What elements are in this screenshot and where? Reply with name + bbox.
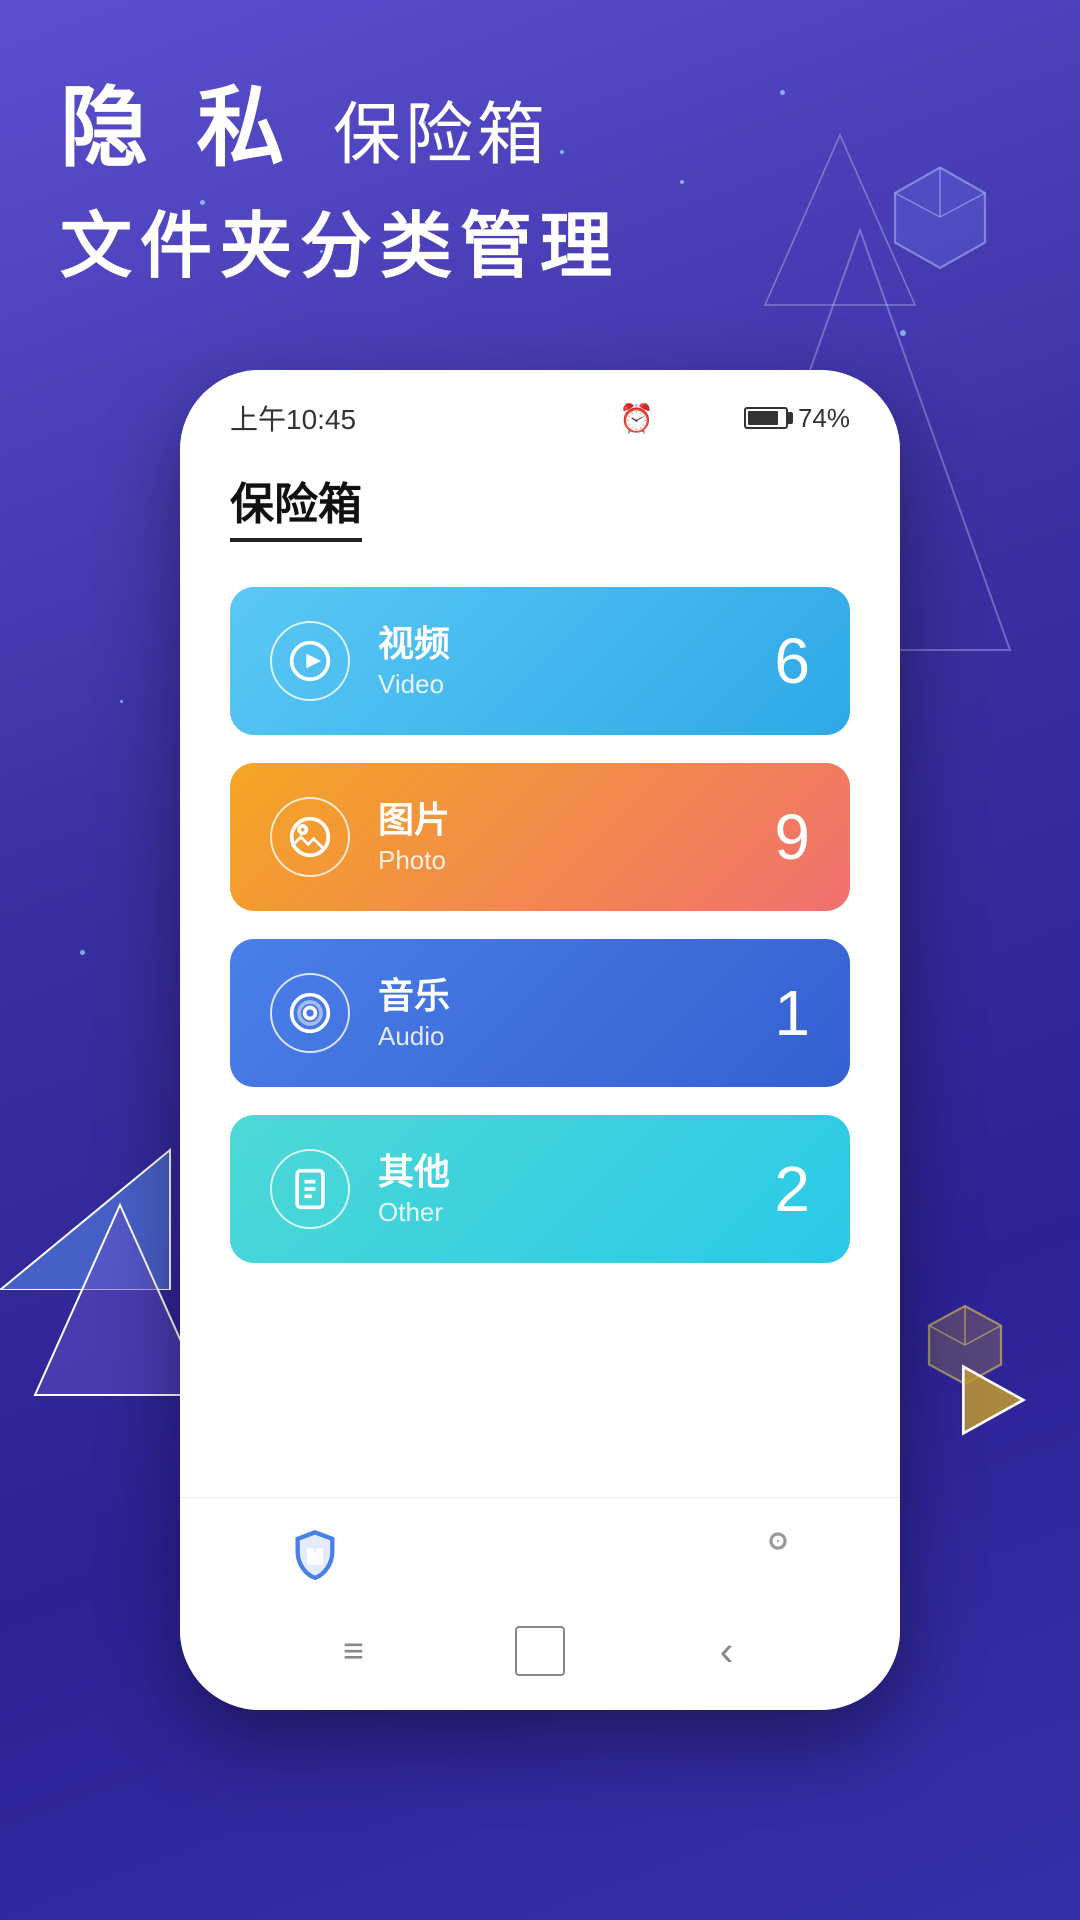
header-line2: 文件夹分类管理 (60, 187, 620, 292)
video-name-en: Video (378, 669, 774, 700)
triangle-blue-left (0, 1050, 180, 1290)
audio-name-en: Audio (378, 1021, 774, 1052)
phone-mockup: 上午10:45 ⏰ (180, 370, 900, 1710)
photo-icon (288, 815, 332, 859)
photo-name-zh: 图片 (378, 798, 774, 841)
battery-icon (744, 407, 788, 429)
list-icon (439, 1528, 491, 1580)
cube-decoration-top (880, 160, 1000, 280)
play-icon (288, 639, 332, 683)
audio-count: 1 (774, 976, 810, 1050)
android-menu-btn[interactable]: ≡ (328, 1626, 378, 1676)
alarm-icon: ⏰ (619, 402, 654, 435)
header-sub-text: 保险箱 (333, 97, 549, 173)
video-labels: 视频 Video (378, 622, 774, 700)
other-labels: 其他 Other (378, 1150, 774, 1228)
wifi-icon (664, 402, 696, 434)
audio-icon-circle (270, 973, 350, 1053)
signal-icon (706, 406, 734, 430)
video-icon-circle (270, 621, 350, 701)
battery-percent: 74% (798, 403, 850, 434)
video-name-zh: 视频 (378, 622, 774, 665)
other-name-en: Other (378, 1197, 774, 1228)
photo-labels: 图片 Photo (378, 798, 774, 876)
android-back-btn[interactable]: ‹ (702, 1626, 752, 1676)
triangle-yellow-small (950, 1360, 1030, 1440)
other-count: 2 (774, 1152, 810, 1226)
category-card-video[interactable]: 视频 Video 6 (230, 587, 850, 735)
header-main-text: 隐 私 (60, 78, 296, 177)
photo-name-en: Photo (378, 845, 774, 876)
apps-icon (589, 1528, 641, 1580)
nav-item-profile[interactable] (719, 1518, 811, 1590)
header-line1: 隐 私 保险箱 (60, 80, 620, 177)
android-nav-bar: ≡ ‹ (180, 1616, 900, 1686)
other-icon-circle (270, 1149, 350, 1229)
triangle-outline-small (760, 130, 920, 310)
nav-item-list[interactable] (419, 1518, 511, 1590)
photo-icon-circle (270, 797, 350, 877)
music-icon (288, 991, 332, 1035)
svg-text:M: M (308, 1547, 322, 1567)
status-bar: 上午10:45 ⏰ (180, 370, 900, 448)
nav-item-vault[interactable]: M (269, 1518, 361, 1590)
video-count: 6 (774, 624, 810, 698)
app-header: 保险箱 (180, 448, 900, 567)
gear-icon (798, 477, 850, 529)
bottom-navigation: M (180, 1497, 900, 1610)
status-right-icons: ⏰ (619, 402, 850, 435)
header-text-block: 隐 私 保险箱 文件夹分类管理 (60, 80, 620, 292)
app-title: 保险箱 (230, 468, 362, 542)
status-time: 上午10:45 (230, 398, 356, 438)
audio-labels: 音乐 Audio (378, 974, 774, 1052)
nav-item-apps[interactable] (569, 1518, 661, 1590)
category-card-audio[interactable]: 音乐 Audio 1 (230, 939, 850, 1087)
profile-icon (739, 1528, 791, 1580)
category-card-other[interactable]: 其他 Other 2 (230, 1115, 850, 1263)
other-name-zh: 其他 (378, 1150, 774, 1193)
cube-decoration-bottom (920, 1300, 1010, 1390)
android-home-btn[interactable] (515, 1626, 565, 1676)
shield-icon: M (289, 1528, 341, 1580)
category-card-photo[interactable]: 图片 Photo 9 (230, 763, 850, 911)
file-icon (288, 1167, 332, 1211)
audio-name-zh: 音乐 (378, 974, 774, 1017)
photo-count: 9 (774, 800, 810, 874)
categories-list: 视频 Video 6 图片 Photo 9 (180, 567, 900, 1311)
settings-button[interactable] (798, 477, 850, 534)
